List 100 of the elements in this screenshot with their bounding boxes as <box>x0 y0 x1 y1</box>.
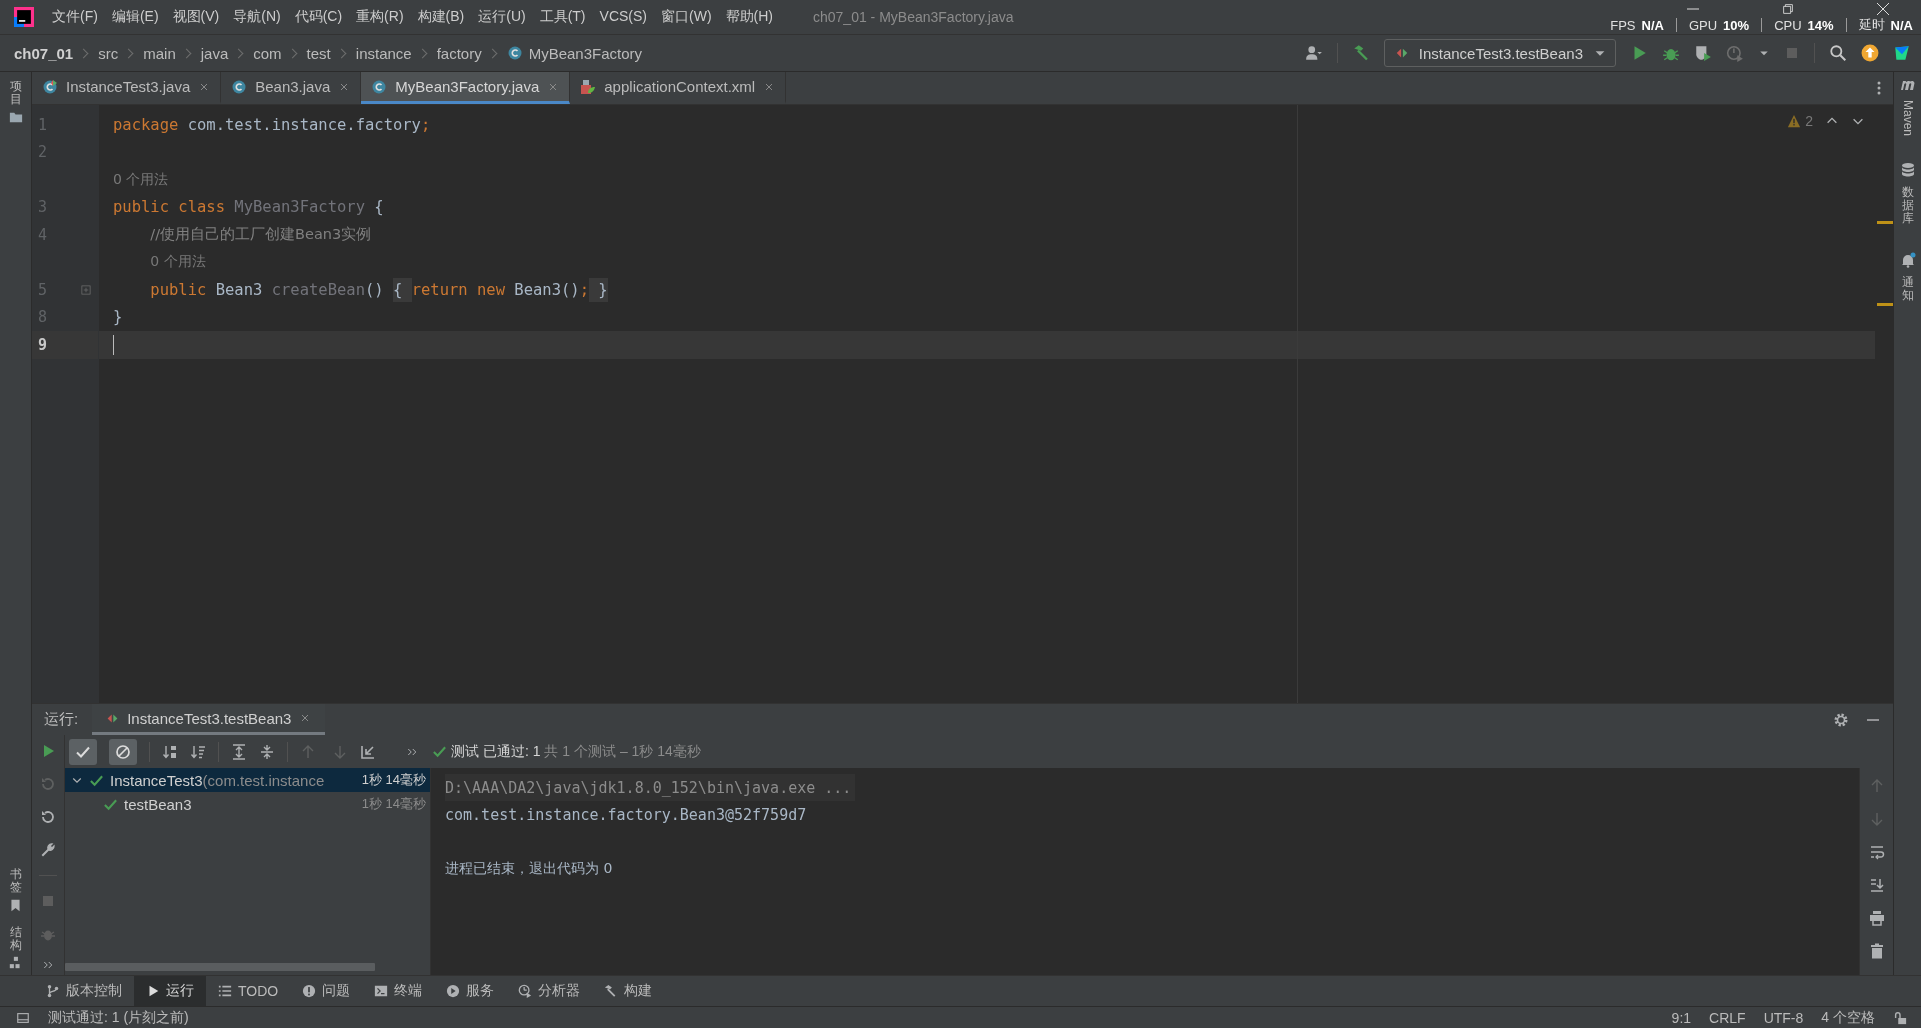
expand-all-icon[interactable] <box>231 743 247 760</box>
user-icon[interactable] <box>1304 44 1323 62</box>
indent-setting[interactable]: 4 个空格 <box>1821 1008 1875 1027</box>
breadcrumb[interactable]: ch07_01 <box>14 44 74 62</box>
breadcrumb[interactable]: test <box>306 44 331 62</box>
soft-wrap-icon[interactable] <box>1868 844 1885 860</box>
sort-alpha-icon[interactable] <box>162 743 178 760</box>
trash-icon[interactable] <box>1868 943 1885 959</box>
breadcrumb[interactable]: factory <box>436 44 482 62</box>
code-line: } <box>113 308 123 327</box>
collapse-all-icon[interactable] <box>259 743 275 760</box>
assistant-logo-icon[interactable] <box>1893 44 1911 62</box>
panel-title: 运行: <box>44 710 79 729</box>
menu-item[interactable]: 工具(T) <box>539 6 586 28</box>
show-passed-toggle[interactable] <box>69 738 97 765</box>
wrench-icon[interactable] <box>40 842 56 858</box>
breadcrumb[interactable]: instance <box>355 44 412 62</box>
test-result-text: 测试 已通过: 1 <box>451 742 541 761</box>
editor-tab[interactable]: MyBean3Factory.java <box>361 72 571 104</box>
editor-tab[interactable]: applicationContext.xml <box>570 72 787 104</box>
line-separator[interactable]: CRLF <box>1709 1009 1746 1026</box>
test-tree-row[interactable]: InstanceTest3(com.test.instance 1秒 14毫秒 <box>65 768 430 792</box>
tool-window-label[interactable]: 书签 <box>9 868 22 895</box>
console-line: 进程已结束，退出代码为 0 <box>445 858 613 878</box>
code-line: public Bean3 createBean() { return new Bean3(); } <box>113 280 608 299</box>
scroll-to-end-icon[interactable] <box>1868 877 1885 893</box>
menu-item[interactable]: 构建(B) <box>417 6 465 28</box>
perf-label: FPS <box>1610 17 1636 33</box>
settings-icon[interactable] <box>1833 711 1849 728</box>
menu-item[interactable]: 窗口(W) <box>661 6 712 28</box>
menu-item[interactable]: 文件(F) <box>52 6 98 28</box>
tool-window-tab[interactable]: 问题 <box>290 976 363 1006</box>
tool-window-tab[interactable]: 分析器 <box>506 976 593 1006</box>
run-configuration-dropdown[interactable]: InstanceTest3.testBean3 <box>1383 39 1616 67</box>
test-tree-row[interactable]: testBean3 1秒 14毫秒 <box>65 792 430 816</box>
close-button[interactable] <box>1875 1 1891 17</box>
scrollbar[interactable] <box>65 963 375 971</box>
editor-tab[interactable]: InstanceTest3.java <box>32 72 222 104</box>
more-chevrons-icon[interactable] <box>42 959 54 971</box>
database-icon[interactable] <box>1899 162 1916 179</box>
code-line: public class MyBean3Factory { <box>113 198 384 217</box>
search-icon[interactable] <box>1829 44 1847 62</box>
menu-item[interactable]: 导航(N) <box>233 6 281 28</box>
caret-position[interactable]: 9:1 <box>1671 1009 1692 1026</box>
unlock-icon[interactable] <box>1893 1010 1907 1025</box>
app-logo-icon[interactable] <box>14 7 34 27</box>
run-config-icon <box>1394 46 1409 60</box>
window-title: ch07_01 - MyBean3Factory.java <box>813 9 1014 25</box>
import-icon[interactable] <box>360 743 376 760</box>
status-message: 测试通过: 1 (片刻之前) <box>48 1008 189 1027</box>
file-encoding[interactable]: UTF-8 <box>1763 1009 1804 1026</box>
tool-window-label[interactable]: Maven <box>1900 100 1915 137</box>
breadcrumb[interactable]: MyBean3Factory <box>506 44 643 62</box>
tool-window-tab[interactable]: 服务 <box>434 976 507 1006</box>
tool-window-tab[interactable]: 运行 <box>134 976 206 1006</box>
gauge-icon <box>518 984 533 998</box>
branch-icon <box>46 984 60 998</box>
menu-item[interactable]: 运行(U) <box>478 6 526 28</box>
tool-window-tab[interactable]: 版本控制 <box>34 976 134 1006</box>
tool-window-tab[interactable]: TODO <box>206 976 291 1006</box>
restore-button[interactable] <box>1781 2 1795 16</box>
menu-item[interactable]: 代码(C) <box>294 6 343 28</box>
rerun-icon[interactable] <box>40 809 56 825</box>
code-line: //使用自己的工厂创建Bean3实例 <box>149 225 372 245</box>
breadcrumb[interactable]: src <box>98 44 119 62</box>
warning-count[interactable]: 2 <box>1787 113 1813 129</box>
sort-duration-icon[interactable] <box>190 743 206 760</box>
menu-item[interactable]: VCS(S) <box>599 6 647 28</box>
test-summary-text: 共 1 个测试 – 1秒 14毫秒 <box>544 742 701 761</box>
shield-play-icon[interactable] <box>1694 44 1712 62</box>
perf-label: 延时 <box>1858 16 1885 34</box>
list-icon <box>218 984 232 998</box>
tool-window-label[interactable]: 通知 <box>1901 275 1914 302</box>
print-icon[interactable] <box>1868 910 1885 926</box>
perf-label: CPU <box>1774 17 1802 33</box>
usage-hint[interactable]: 0 个用法 <box>150 253 206 272</box>
panel-toggle-icon[interactable] <box>16 1010 30 1025</box>
folder-icon[interactable] <box>8 110 23 125</box>
menu-item[interactable]: 重构(R) <box>356 6 404 28</box>
show-ignored-toggle[interactable] <box>109 738 137 765</box>
menu-item[interactable]: 编辑(E) <box>111 6 159 28</box>
test-class-icon <box>42 78 58 95</box>
tool-window-label[interactable]: 项目 <box>9 80 22 107</box>
tool-window-tab[interactable]: 终端 <box>362 976 435 1006</box>
tool-window-label[interactable]: 结构 <box>9 925 22 952</box>
menu-item[interactable]: 帮助(H) <box>725 6 773 28</box>
structure-icon[interactable] <box>9 956 22 969</box>
menu-item[interactable]: 视图(V) <box>172 6 220 28</box>
line-number: 9 <box>38 335 49 354</box>
class-icon <box>231 78 248 95</box>
usage-hint[interactable]: 0 个用法 <box>113 170 169 189</box>
breadcrumb[interactable]: java <box>200 44 229 62</box>
ignored-icon <box>115 743 131 760</box>
breadcrumb[interactable]: com <box>253 44 282 62</box>
bookmark-icon[interactable] <box>9 898 22 912</box>
breadcrumb[interactable]: main <box>143 44 176 62</box>
tool-window-label[interactable]: 数据库 <box>1901 186 1914 226</box>
build-hammer-icon[interactable] <box>1351 44 1370 62</box>
check-icon <box>432 744 447 759</box>
tool-window-tab[interactable]: 构建 <box>592 976 665 1006</box>
